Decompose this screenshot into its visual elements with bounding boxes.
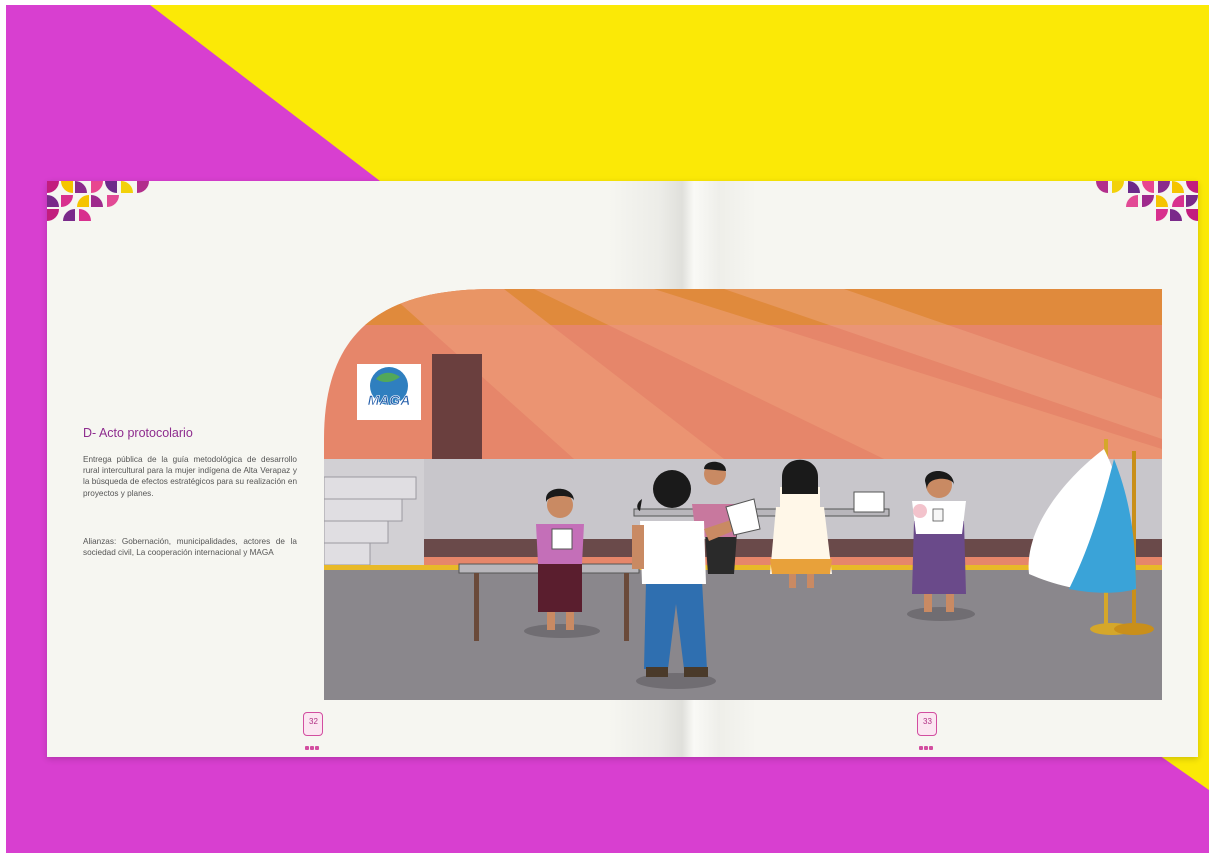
maga-logo-text: MAGA bbox=[368, 392, 411, 408]
page-number-right: 33 bbox=[917, 712, 937, 750]
page-number-left-text: 32 bbox=[309, 717, 318, 726]
corner-pattern-left bbox=[47, 181, 149, 221]
description-paragraph: Entrega pública de la guía metodológica … bbox=[83, 455, 297, 498]
page-number-right-text: 33 bbox=[923, 717, 932, 726]
alliances-paragraph: Alianzas: Gobernación, municipalidades, … bbox=[83, 537, 297, 558]
corner-pattern-right bbox=[1096, 181, 1198, 221]
open-book-spread: D- Acto protocolario Entrega pública de … bbox=[47, 181, 1198, 757]
page-number-left: 32 bbox=[303, 712, 323, 750]
doorway bbox=[432, 354, 482, 462]
event-illustration: MAGA bbox=[324, 289, 1162, 700]
section-heading: D- Acto protocolario bbox=[83, 426, 193, 440]
